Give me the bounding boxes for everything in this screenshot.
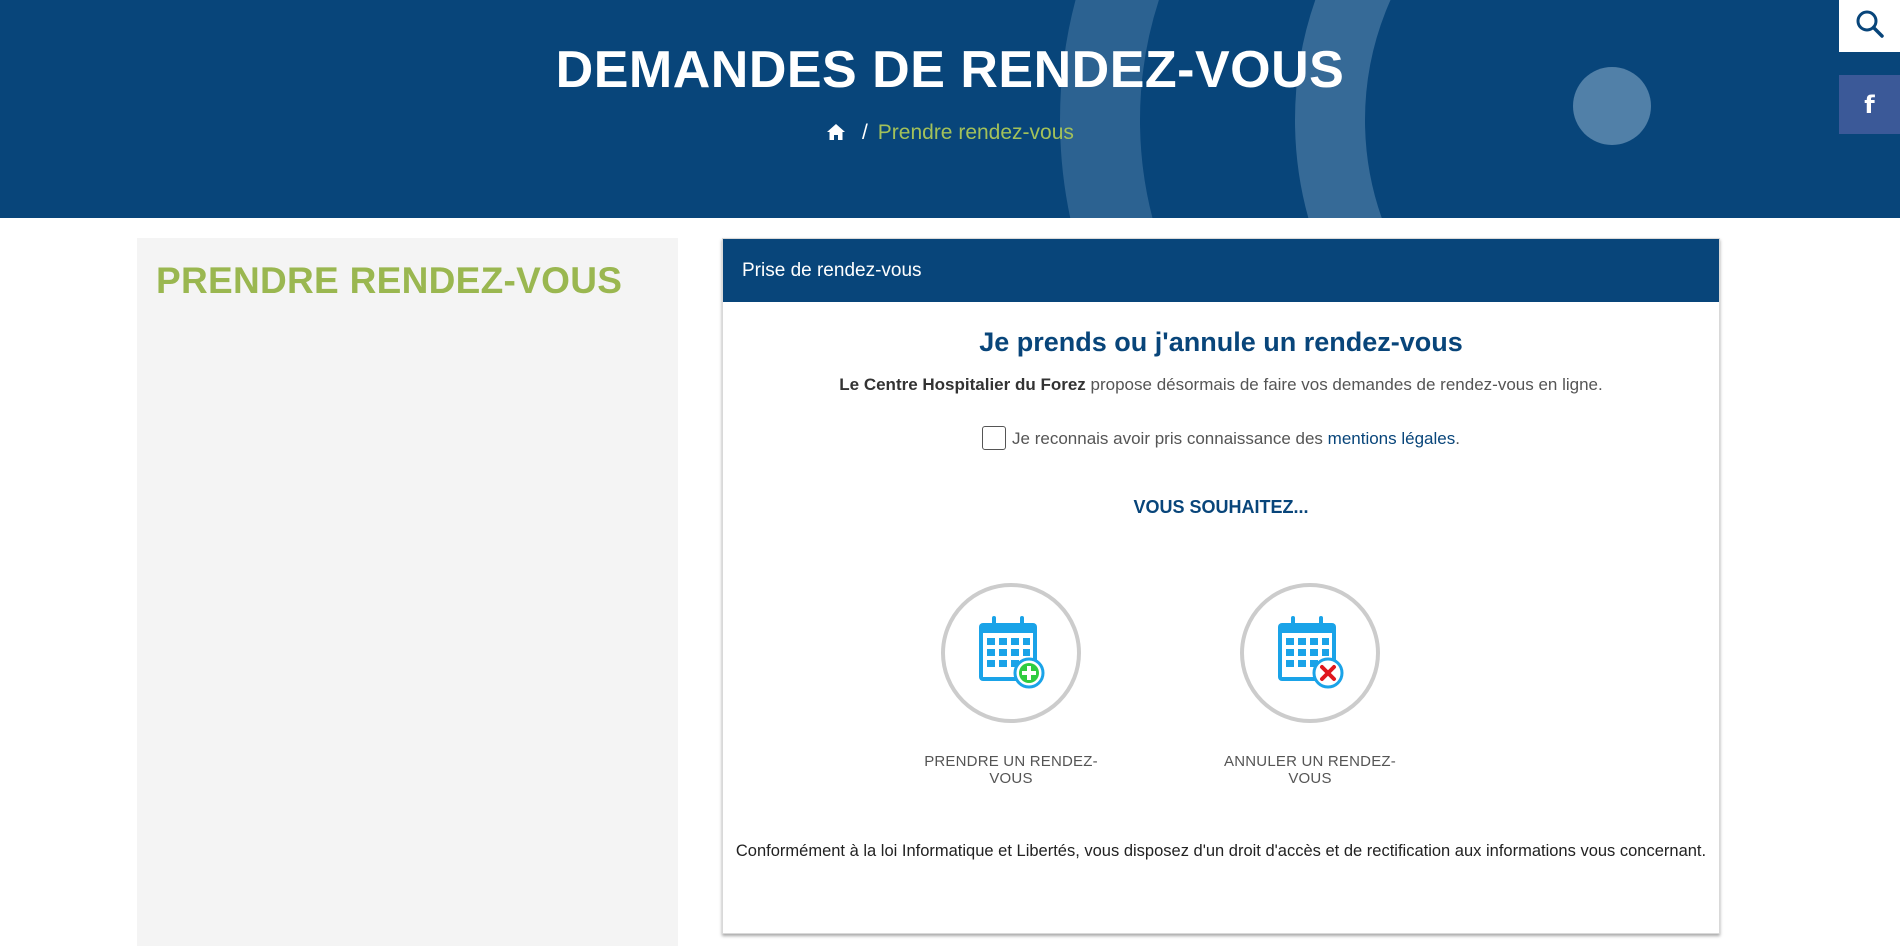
breadcrumb: / Prendre rendez-vous <box>0 121 1900 145</box>
sidebar: PRENDRE RENDEZ-VOUS <box>137 238 678 946</box>
page-banner: DEMANDES DE RENDEZ-VOUS / Prendre rendez-… <box>0 0 1900 218</box>
consent-checkbox[interactable] <box>982 426 1007 450</box>
facebook-button[interactable]: f <box>1839 75 1900 134</box>
breadcrumb-separator: / <box>861 121 868 144</box>
cancel-appointment-button[interactable]: ANNULER UN RENDEZ-VOUS <box>1210 583 1410 787</box>
take-appointment-label[interactable]: PRENDRE UN RENDEZ-VOUS <box>911 753 1111 787</box>
calendar-cancel-icon <box>1275 613 1345 694</box>
banner-decoration <box>1060 0 1651 218</box>
cancel-appointment-label[interactable]: ANNULER UN RENDEZ-VOUS <box>1210 753 1410 787</box>
facebook-icon: f <box>1864 90 1875 119</box>
privacy-notice: Conformément à la loi Informatique et Li… <box>735 842 1707 860</box>
breadcrumb-current: Prendre rendez-vous <box>877 121 1074 144</box>
take-appointment-button[interactable]: PRENDRE UN RENDEZ-VOUS <box>911 583 1111 787</box>
search-button[interactable] <box>1839 0 1900 52</box>
intro-rest: propose désormais de faire vos demandes … <box>1085 375 1603 394</box>
wish-heading: VOUS SOUHAITEZ... <box>1133 497 1309 517</box>
card-header-title: Prise de rendez-vous <box>742 259 922 281</box>
intro-text: Le Centre Hospitalier du Forez propose d… <box>723 375 1719 395</box>
legal-mentions-link[interactable]: mentions légales <box>1328 429 1456 448</box>
home-icon[interactable] <box>826 121 852 144</box>
cancel-appointment-circle[interactable] <box>1240 583 1380 723</box>
consent-label: Je reconnais avoir pris connaissance des <box>1012 429 1328 448</box>
hospital-name: Le Centre Hospitalier du Forez <box>839 375 1086 394</box>
consent-row: Je reconnais avoir pris connaissance des… <box>723 426 1719 450</box>
consent-end: . <box>1455 429 1460 448</box>
calendar-add-icon <box>976 613 1046 694</box>
search-icon <box>1855 9 1885 44</box>
appointment-card: Prise de rendez-vous Je prends ou j'annu… <box>722 238 1720 934</box>
card-heading: Je prends ou j'annule un rendez-vous <box>979 327 1463 357</box>
card-header: Prise de rendez-vous <box>723 239 1719 302</box>
page-title: DEMANDES DE RENDEZ-VOUS <box>555 41 1345 99</box>
take-appointment-circle[interactable] <box>941 583 1081 723</box>
sidebar-title: PRENDRE RENDEZ-VOUS <box>156 260 623 301</box>
